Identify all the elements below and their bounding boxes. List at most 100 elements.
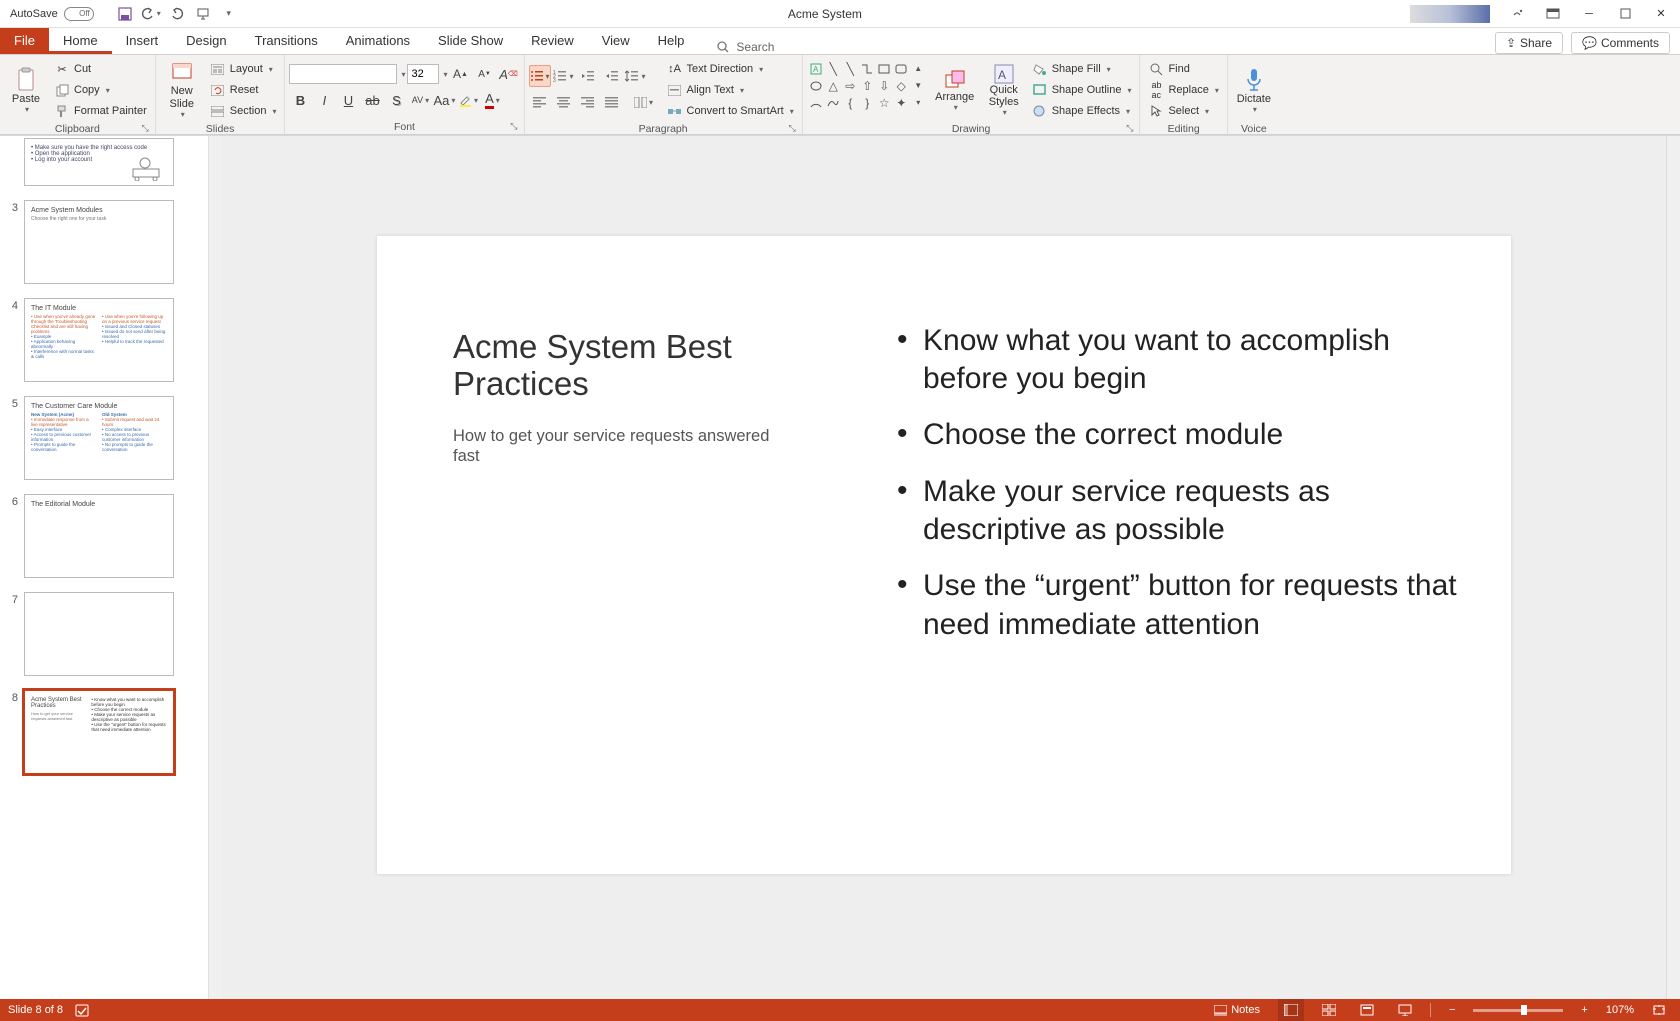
notes-button[interactable]: Notes: [1208, 999, 1266, 1021]
shape-effects-button[interactable]: Shape Effects▾: [1028, 101, 1136, 121]
columns-button[interactable]: ▾: [633, 91, 655, 113]
ribbon-display-button[interactable]: [1536, 2, 1570, 26]
comments-button[interactable]: 💬Comments: [1571, 32, 1670, 54]
paragraph-dialog-launcher[interactable]: ⤡: [789, 123, 796, 134]
thumbnail-item[interactable]: 7: [0, 590, 208, 688]
increase-indent-button[interactable]: [601, 65, 623, 87]
zoom-out-button[interactable]: −: [1443, 999, 1461, 1021]
align-left-button[interactable]: [529, 91, 551, 113]
thumbnail-item[interactable]: 8Acme System Best PracticesHow to get yo…: [0, 688, 208, 786]
user-account[interactable]: [1410, 5, 1490, 23]
shape-connector-icon[interactable]: [860, 61, 875, 76]
format-painter-button[interactable]: Format Painter: [50, 101, 151, 121]
drawing-dialog-launcher[interactable]: ⤡: [1126, 123, 1133, 134]
underline-button[interactable]: U: [337, 89, 359, 111]
zoom-slider[interactable]: [1473, 1009, 1563, 1012]
tab-transitions[interactable]: Transitions: [241, 28, 332, 54]
tab-view[interactable]: View: [588, 28, 644, 54]
minimize-button[interactable]: ─: [1572, 2, 1606, 26]
qat-more-button[interactable]: ▾: [218, 3, 240, 25]
thumbnail-item[interactable]: 3Acme System ModulesChoose the right one…: [0, 198, 208, 296]
bullets-button[interactable]: ▾: [529, 65, 551, 87]
shape-more-down-icon[interactable]: ▼: [911, 78, 926, 93]
shape-sparkle-icon[interactable]: ✦: [894, 95, 909, 110]
save-icon[interactable]: [114, 3, 136, 25]
slide-sorter-button[interactable]: [1316, 999, 1342, 1021]
slide-content-placeholder[interactable]: Know what you want to accomplish before …: [897, 322, 1457, 663]
bold-button[interactable]: B: [289, 89, 311, 111]
find-button[interactable]: Find: [1144, 59, 1222, 79]
shape-brace-r-icon[interactable]: }: [860, 95, 875, 110]
tab-help[interactable]: Help: [644, 28, 699, 54]
quick-styles-button[interactable]: A Quick Styles▾: [982, 59, 1026, 121]
thumbnail-slide[interactable]: [24, 592, 174, 676]
numbering-button[interactable]: 123▾: [553, 65, 575, 87]
thumbnail-slide[interactable]: Acme System ModulesChoose the right one …: [24, 200, 174, 284]
replace-button[interactable]: abacReplace▾: [1144, 80, 1222, 100]
shape-expand-icon[interactable]: ▾: [911, 95, 926, 110]
fit-to-window-button[interactable]: [1646, 999, 1672, 1021]
copy-button[interactable]: Copy▾: [50, 80, 151, 100]
shape-arc-icon[interactable]: [809, 95, 824, 110]
normal-view-button[interactable]: [1278, 999, 1304, 1021]
thumbnail-slide[interactable]: Acme System Best PracticesHow to get you…: [24, 690, 174, 774]
cut-button[interactable]: ✂Cut: [50, 59, 151, 79]
autosave-switch[interactable]: Off: [64, 7, 94, 21]
shape-outline-button[interactable]: Shape Outline▾: [1028, 80, 1136, 100]
tab-home[interactable]: Home: [49, 28, 112, 54]
font-size-input[interactable]: [407, 64, 439, 84]
strikethrough-button[interactable]: ab: [361, 89, 383, 111]
tab-review[interactable]: Review: [517, 28, 588, 54]
zoom-in-button[interactable]: +: [1575, 999, 1593, 1021]
thumbnail-slide[interactable]: The Customer Care ModuleNew System (Acme…: [24, 396, 174, 480]
spellcheck-icon[interactable]: [75, 1004, 89, 1017]
slide-title-placeholder[interactable]: Acme System Best Practices: [453, 328, 783, 404]
shape-line2-icon[interactable]: ╲: [843, 61, 858, 76]
text-direction-button[interactable]: ↕AText Direction▾: [663, 59, 798, 79]
shape-fill-button[interactable]: Shape Fill▾: [1028, 59, 1136, 79]
shape-star-icon[interactable]: ☆: [877, 95, 892, 110]
zoom-level[interactable]: 107%: [1606, 1004, 1634, 1016]
tab-slide-show[interactable]: Slide Show: [424, 28, 517, 54]
arrange-button[interactable]: Arrange▾: [930, 59, 980, 121]
current-slide[interactable]: Acme System Best Practices How to get yo…: [377, 236, 1511, 874]
shape-arrow-down-icon[interactable]: ⇩: [877, 78, 892, 93]
clear-formatting-button[interactable]: A⌫: [498, 63, 520, 85]
reset-button[interactable]: Reset: [206, 80, 281, 100]
shape-rect-icon[interactable]: [877, 61, 892, 76]
align-center-button[interactable]: [553, 91, 575, 113]
dictate-button[interactable]: Dictate▾: [1232, 59, 1276, 121]
select-button[interactable]: Select▾: [1144, 101, 1222, 121]
align-text-button[interactable]: Align Text▾: [663, 80, 798, 100]
character-spacing-button[interactable]: AV▾: [409, 89, 431, 111]
new-slide-button[interactable]: New Slide▾: [160, 59, 204, 121]
line-spacing-button[interactable]: ▾: [625, 65, 647, 87]
shape-line-icon[interactable]: ╲: [826, 61, 841, 76]
slide-subtitle-placeholder[interactable]: How to get your service requests answere…: [453, 426, 783, 467]
slide-thumbnails-panel[interactable]: • Make sure you have the right access co…: [0, 136, 208, 999]
highlight-button[interactable]: ▾: [457, 89, 479, 111]
italic-button[interactable]: I: [313, 89, 335, 111]
slide-canvas-area[interactable]: Acme System Best Practices How to get yo…: [222, 136, 1666, 999]
editor-scrollbar[interactable]: [1666, 136, 1680, 999]
slideshow-button[interactable]: [1392, 999, 1418, 1021]
thumbnails-scrollbar[interactable]: [208, 136, 222, 999]
convert-smartart-button[interactable]: Convert to SmartArt▾: [663, 101, 798, 121]
shape-triangle-icon[interactable]: △: [826, 78, 841, 93]
shape-arrow-up-icon[interactable]: ⇧: [860, 78, 875, 93]
tab-animations[interactable]: Animations: [332, 28, 424, 54]
share-button[interactable]: ⇪Share: [1495, 32, 1563, 54]
font-name-input[interactable]: [289, 64, 397, 84]
slide-counter[interactable]: Slide 8 of 8: [8, 1004, 63, 1016]
grow-font-button[interactable]: A▲: [450, 63, 472, 85]
shapes-gallery[interactable]: A ╲ ╲ ▲ △ ⇨ ⇧ ⇩ ◇ ▼ { } ☆ ✦ ▾: [807, 59, 928, 112]
thumbnail-item[interactable]: 4The IT Module• Use when you've already …: [0, 296, 208, 394]
tab-file[interactable]: File: [0, 28, 49, 54]
font-dialog-launcher[interactable]: ⤡: [510, 121, 517, 132]
paste-button[interactable]: Paste▾: [4, 59, 48, 121]
text-shadow-button[interactable]: S: [385, 89, 407, 111]
thumbnail-item[interactable]: 5The Customer Care ModuleNew System (Acm…: [0, 394, 208, 492]
shape-oval-icon[interactable]: [809, 78, 824, 93]
justify-button[interactable]: [601, 91, 623, 113]
shape-curve-icon[interactable]: [826, 95, 841, 110]
